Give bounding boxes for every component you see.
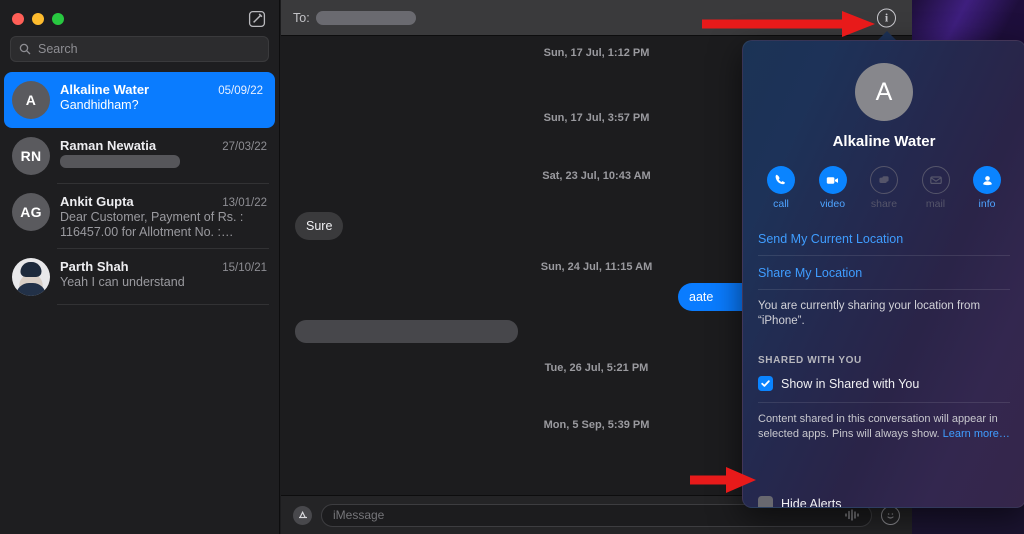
conversation-item-parth-shah[interactable]: Parth Shah 15/10/21 Yeah I can understan… (0, 249, 279, 305)
shared-with-you-section-title: SHARED WITH YOU (758, 355, 862, 366)
checkbox-unchecked-icon (758, 496, 773, 507)
conversation-preview-redacted (60, 154, 267, 169)
appstore-icon[interactable] (293, 505, 312, 525)
message-bubble-incoming[interactable]: Sure (295, 212, 344, 240)
info-button[interactable]: info (966, 166, 1008, 210)
show-in-shared-label: Show in Shared with You (781, 376, 920, 391)
avatar (12, 258, 50, 296)
call-label: call (773, 198, 789, 210)
location-sharing-note: You are currently sharing your location … (758, 300, 981, 327)
search-container: Search (0, 36, 279, 68)
share-button: share (863, 166, 905, 210)
to-label: To: (293, 10, 310, 25)
list-divider (57, 304, 269, 305)
avatar: AG (12, 193, 50, 231)
conversation-item-ankit-gupta[interactable]: AG Ankit Gupta 13/01/22 Dear Customer, P… (0, 184, 279, 249)
video-button[interactable]: video (812, 166, 854, 210)
popover-divider (758, 402, 1010, 403)
conversation-date: 13/01/22 (222, 197, 267, 209)
share-label: share (870, 198, 898, 210)
send-current-location-button[interactable]: Send My Current Location (758, 222, 1010, 256)
popover-contact-name: Alkaline Water (832, 133, 936, 150)
popover-avatar: A (855, 63, 913, 121)
mail-label: mail (925, 198, 946, 210)
conversation-item-raman-newatia[interactable]: RN Raman Newatia 27/03/22 (0, 128, 279, 184)
audio-waveform-icon[interactable] (844, 509, 860, 521)
video-icon (818, 166, 847, 194)
search-input[interactable]: Search (10, 36, 269, 62)
conversation-list: A Alkaline Water 05/09/22 Gandhidham? RN (0, 72, 279, 305)
search-icon (19, 43, 31, 55)
mail-icon (921, 166, 950, 194)
call-button[interactable]: call (760, 166, 802, 210)
conversation-text: Alkaline Water 05/09/22 Gandhidham? (60, 81, 263, 113)
checkbox-checked-icon (758, 376, 773, 391)
conversation-header: To: i (281, 0, 912, 36)
conversation-text: Ankit Gupta 13/01/22 Dear Customer, Paym… (60, 193, 267, 240)
info-label: info (978, 198, 996, 210)
hide-alerts-checkbox[interactable]: Hide Alerts (758, 496, 1010, 508)
conversation-preview: Gandhidham? (60, 98, 139, 112)
conversation-preview: Yeah I can understand (60, 275, 185, 289)
hide-alerts-row: Hide Alerts (758, 496, 1010, 508)
conversation-name: Raman Newatia (60, 138, 157, 153)
minimize-button[interactable] (32, 13, 44, 25)
conversation-text: Raman Newatia 27/03/22 (60, 137, 267, 169)
shared-with-you-help: Content shared in this conversation will… (758, 412, 1010, 442)
conversation-date: 15/10/21 (222, 262, 267, 274)
sidebar-titlebar (0, 0, 279, 36)
avatar: A (12, 81, 50, 119)
learn-more-link[interactable]: Learn more… (943, 428, 1010, 440)
sidebar: Search A Alkaline Water 05/09/22 Gandhid… (0, 0, 280, 534)
phone-icon (767, 166, 795, 194)
message-bubble-incoming-redacted[interactable] (295, 320, 518, 343)
conversation-date: 27/03/22 (222, 141, 267, 153)
conversation-preview: Dear Customer, Payment of Rs. : 116457.0… (60, 210, 244, 239)
contact-info-popover: A Alkaline Water call video share mail i… (742, 40, 1024, 508)
mail-button: mail (915, 166, 957, 210)
popover-action-row: call video share mail info (758, 166, 1010, 210)
recipient-chip-redacted[interactable] (315, 10, 416, 25)
conversation-name: Alkaline Water (60, 82, 150, 97)
conversation-item-alkaline-water[interactable]: A Alkaline Water 05/09/22 Gandhidham? (4, 72, 275, 128)
video-label: video (819, 198, 846, 210)
share-my-location-button[interactable]: Share My Location (758, 256, 1010, 290)
show-in-shared-with-you-checkbox[interactable]: Show in Shared with You (758, 376, 1010, 391)
person-icon (973, 166, 1001, 194)
search-placeholder: Search (38, 42, 78, 56)
emoji-smiley-icon[interactable] (881, 505, 900, 525)
share-icon (870, 166, 898, 194)
conversation-date: 05/09/22 (218, 85, 263, 97)
close-button[interactable] (12, 13, 24, 25)
avatar: RN (12, 137, 50, 175)
conversation-name: Parth Shah (60, 259, 129, 274)
screen: Search A Alkaline Water 05/09/22 Gandhid… (0, 0, 1024, 534)
conversation-name: Ankit Gupta (60, 194, 134, 209)
compose-icon[interactable] (248, 10, 266, 28)
info-circle-icon[interactable]: i (877, 8, 896, 27)
zoom-button[interactable] (52, 13, 64, 25)
info-glyph: i (884, 10, 889, 24)
message-input-placeholder: iMessage (333, 508, 385, 522)
hide-alerts-label: Hide Alerts (781, 496, 842, 508)
window-controls[interactable] (12, 13, 64, 25)
conversation-text: Parth Shah 15/10/21 Yeah I can understan… (60, 258, 267, 290)
